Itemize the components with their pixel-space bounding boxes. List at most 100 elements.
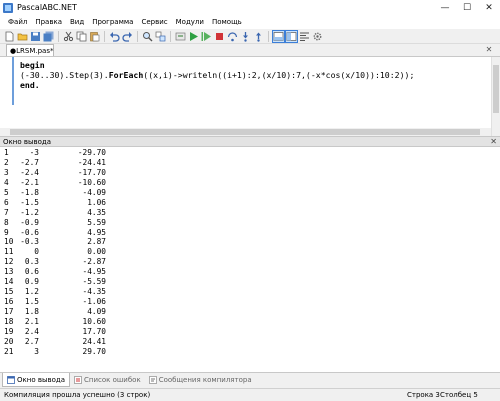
minimize-button[interactable]: — <box>434 0 456 16</box>
output-line: 9 -0.6 4.95 <box>4 228 114 238</box>
bottom-panel-tabs: Окно вывода Список ошибок Сообщения комп… <box>0 372 500 388</box>
output-y-value: -17.70 <box>77 167 106 177</box>
output-x-value: -2.1 <box>20 177 39 187</box>
output-y-value: -10.60 <box>77 177 106 187</box>
app-logo-icon <box>3 3 13 13</box>
options-icon[interactable] <box>312 31 323 42</box>
tab-output-window[interactable]: Окно вывода <box>2 373 71 387</box>
output-y-value: 10.60 <box>82 316 106 326</box>
output-line: 18 2.1 10.60 <box>4 317 114 327</box>
output-line: 5 -1.8 -4.09 <box>4 188 114 198</box>
output-line: 4 -2.1 -10.60 <box>4 178 114 188</box>
redo-icon[interactable] <box>122 31 133 42</box>
menu-file[interactable]: Файл <box>4 16 31 29</box>
window-controls: — ☐ ✕ <box>434 0 500 16</box>
compile-icon[interactable] <box>175 31 186 42</box>
output-x-value: 1.2 <box>24 287 39 297</box>
replace-icon[interactable] <box>155 31 166 42</box>
output-x-value: -1.2 <box>20 207 39 217</box>
output-window[interactable]: 1 -3 -29.70 2 -2.7 -24.41 3 -2.4 -17.70 4 -2.1 -10.… <box>0 147 500 372</box>
output-y-value: -4.95 <box>82 267 106 277</box>
code-line: end. <box>20 80 40 90</box>
editor-horizontal-scrollbar[interactable] <box>0 128 491 136</box>
output-line: 20 2.7 24.41 <box>4 337 114 347</box>
find-icon[interactable] <box>142 31 153 42</box>
output-x-value: -2.7 <box>20 157 39 167</box>
menu-edit[interactable]: Правка <box>31 16 66 29</box>
output-y-value: -2.87 <box>82 257 106 267</box>
status-bar: Компиляция прошла успешно (3 строк) Стро… <box>0 388 500 401</box>
step-out-icon[interactable] <box>253 31 264 42</box>
code-editor[interactable]: begin (-30..30).Step(3).ForEach((x,i)->w… <box>0 56 500 137</box>
toolbar <box>0 29 500 44</box>
step-into-icon[interactable] <box>240 31 251 42</box>
menu-help[interactable]: Помощь <box>208 16 246 29</box>
close-output-icon[interactable]: ✕ <box>490 137 497 147</box>
output-line: 13 0.6 -4.95 <box>4 267 114 277</box>
error-list-icon <box>74 376 82 384</box>
toggle-output-icon[interactable] <box>272 29 285 43</box>
output-panel-title: Окно вывода <box>3 138 52 146</box>
maximize-button[interactable]: ☐ <box>456 0 478 16</box>
cut-icon[interactable] <box>63 31 74 42</box>
format-icon[interactable] <box>299 31 310 42</box>
output-line: 15 1.2 -4.35 <box>4 287 114 297</box>
output-y-value: -4.09 <box>82 187 106 197</box>
output-x-value: -2.4 <box>20 167 39 177</box>
editor-vertical-scrollbar[interactable] <box>491 57 500 137</box>
code-line: begin <box>20 60 45 70</box>
run-icon[interactable] <box>188 31 199 42</box>
undo-icon[interactable] <box>109 31 120 42</box>
code-step: .Step(3). <box>64 70 109 80</box>
toolbar-separator <box>58 30 59 42</box>
output-y-value: 1.06 <box>87 197 106 207</box>
output-x-value: 0 <box>34 247 39 257</box>
code-foreach: ForEach <box>108 70 144 80</box>
menu-view[interactable]: Вид <box>66 16 88 29</box>
output-y-value: 4.09 <box>87 307 106 316</box>
stop-icon[interactable] <box>214 31 225 42</box>
save-all-icon[interactable] <box>43 31 54 42</box>
save-icon[interactable] <box>30 31 41 42</box>
output-x-value: -0.9 <box>20 217 39 227</box>
split-view-icon[interactable] <box>285 29 298 43</box>
tab-lrsm-pas[interactable]: ●LRSM.pas* <box>6 44 54 56</box>
output-y-value: -4.35 <box>82 287 106 297</box>
menu-modules[interactable]: Модули <box>172 16 208 29</box>
output-line: 12 0.3 -2.87 <box>4 257 114 267</box>
output-x-value: -3 <box>29 148 39 157</box>
debug-run-icon[interactable] <box>201 31 212 42</box>
open-icon[interactable] <box>17 31 28 42</box>
new-file-icon[interactable] <box>4 31 15 42</box>
copy-icon[interactable] <box>76 31 87 42</box>
tab-error-list[interactable]: Список ошибок <box>70 373 145 387</box>
menu-bar: Файл Правка Вид Программа Сервис Модули … <box>0 16 500 29</box>
output-line: 8 -0.9 5.59 <box>4 218 114 228</box>
close-icon: ✕ <box>485 3 493 13</box>
scrollbar-thumb[interactable] <box>493 65 499 113</box>
step-over-icon[interactable] <box>227 31 238 42</box>
scrollbar-thumb[interactable] <box>10 129 480 135</box>
output-line: 6 -1.5 1.06 <box>4 198 114 208</box>
toolbar-separator <box>170 30 171 42</box>
output-x-value: -0.6 <box>20 227 39 237</box>
tab-compiler-messages[interactable]: Сообщения компилятора <box>145 373 256 387</box>
output-line: 7 -1.2 4.35 <box>4 208 114 218</box>
output-x-value: 0.6 <box>24 267 39 277</box>
output-x-value: -1.5 <box>20 197 39 207</box>
output-x-value: 3 <box>34 346 39 356</box>
tab-label: Список ошибок <box>84 376 141 384</box>
menu-tools[interactable]: Сервис <box>137 16 171 29</box>
output-y-value: -24.41 <box>77 157 106 167</box>
output-x-value: 2.4 <box>24 326 39 336</box>
close-button[interactable]: ✕ <box>478 0 500 16</box>
output-x-value: 1.5 <box>24 297 39 307</box>
toolbar-separator <box>137 30 138 42</box>
menu-program[interactable]: Программа <box>88 16 137 29</box>
compiler-messages-icon <box>148 376 157 384</box>
paste-icon[interactable] <box>89 31 100 42</box>
output-line: 21 3 29.70 <box>4 347 114 357</box>
close-document-icon[interactable]: ✕ <box>484 44 494 56</box>
output-y-value: -29.70 <box>77 148 106 157</box>
output-y-value: -1.06 <box>82 297 106 307</box>
